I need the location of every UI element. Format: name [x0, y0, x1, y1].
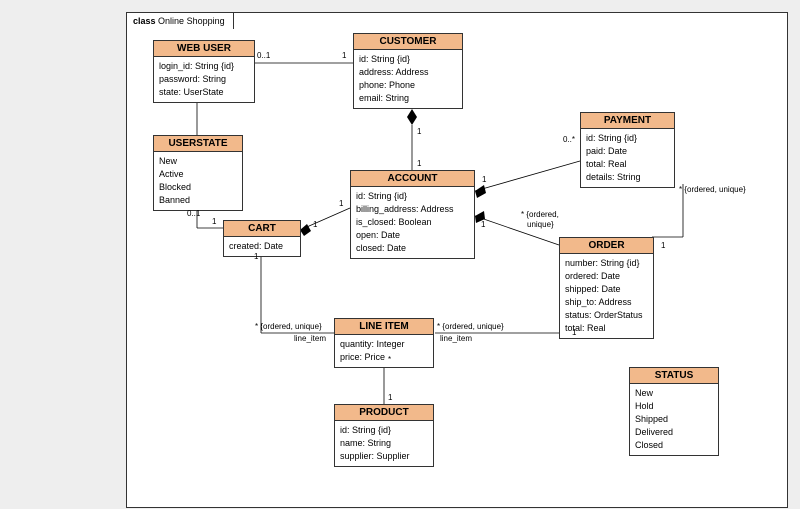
class-attrs: login_id: String {id} password: String s… [154, 57, 254, 102]
frame-title-strong: class [133, 16, 156, 26]
class-line-item: LINE ITEM quantity: Integer price: Price [334, 318, 434, 368]
mult-webuser-cart-top: 0..1 [187, 209, 200, 218]
mult-order-payment-bottom: 1 [661, 241, 665, 250]
mult-account-order-right-b: unique} [527, 220, 554, 229]
mult-webuser-cart-bottom: 1 [212, 217, 216, 226]
mult-customer-account-bottom: 1 [417, 159, 421, 168]
class-account: ACCOUNT id: String {id} billing_address:… [350, 170, 475, 259]
class-product: PRODUCT id: String {id} name: String sup… [334, 404, 434, 467]
class-title: USERSTATE [154, 136, 242, 152]
mult-lineitem-product-top: * [388, 355, 391, 364]
frame-title-tab: class Online Shopping [126, 12, 234, 29]
class-title: CART [224, 221, 300, 237]
class-userstate: USERSTATE New Active Blocked Banned [153, 135, 243, 211]
class-cart: CART created: Date [223, 220, 301, 257]
mult-webuser-customer-right: 1 [342, 51, 346, 60]
mult-order-lineitem-left: * {ordered, unique} [437, 322, 504, 331]
class-payment: PAYMENT id: String {id} paid: Date total… [580, 112, 675, 188]
class-title: LINE ITEM [335, 319, 433, 335]
class-title: CUSTOMER [354, 34, 462, 50]
class-title: ACCOUNT [351, 171, 474, 187]
class-title: PAYMENT [581, 113, 674, 129]
mult-account-payment-left: 1 [482, 175, 486, 184]
class-attrs: id: String {id} address: Address phone: … [354, 50, 462, 108]
mult-cart-account-right: 1 [339, 199, 343, 208]
mult-account-order-right-a: * {ordered, [521, 210, 559, 219]
class-attrs: quantity: Integer price: Price [335, 335, 433, 367]
role-order-lineitem: line_item [440, 334, 472, 343]
class-title: STATUS [630, 368, 718, 384]
mult-order-lineitem-right: 1 [572, 328, 576, 337]
mult-cart-lineitem-top: 1 [254, 252, 258, 261]
class-status: STATUS New Hold Shipped Delivered Closed [629, 367, 719, 456]
role-cart-lineitem: line_item [294, 334, 326, 343]
class-customer: CUSTOMER id: String {id} address: Addres… [353, 33, 463, 109]
class-web-user: WEB USER login_id: String {id} password:… [153, 40, 255, 103]
mult-webuser-customer-left: 0..1 [257, 51, 270, 60]
mult-customer-account-top: 1 [417, 127, 421, 136]
class-attrs: id: String {id} name: String supplier: S… [335, 421, 433, 466]
mult-order-payment-top: * {ordered, unique} [679, 185, 746, 194]
class-attrs: New Hold Shipped Delivered Closed [630, 384, 718, 455]
mult-account-order-left: 1 [481, 220, 485, 229]
diagram-frame: class Online Shopping [126, 12, 788, 508]
mult-cart-lineitem-bottom: * {ordered, unique} [255, 322, 322, 331]
mult-lineitem-product-bottom: 1 [388, 393, 392, 402]
class-attrs: id: String {id} paid: Date total: Real d… [581, 129, 674, 187]
class-title: PRODUCT [335, 405, 433, 421]
class-attrs: number: String {id} ordered: Date shippe… [560, 254, 653, 338]
mult-account-payment-right: 0..* [563, 135, 575, 144]
class-attrs: created: Date [224, 237, 300, 256]
class-order: ORDER number: String {id} ordered: Date … [559, 237, 654, 339]
class-attrs: New Active Blocked Banned [154, 152, 242, 210]
mult-cart-account-left: 1 [313, 220, 317, 229]
frame-title-rest: Online Shopping [158, 16, 225, 26]
class-title: ORDER [560, 238, 653, 254]
class-title: WEB USER [154, 41, 254, 57]
class-attrs: id: String {id} billing_address: Address… [351, 187, 474, 258]
